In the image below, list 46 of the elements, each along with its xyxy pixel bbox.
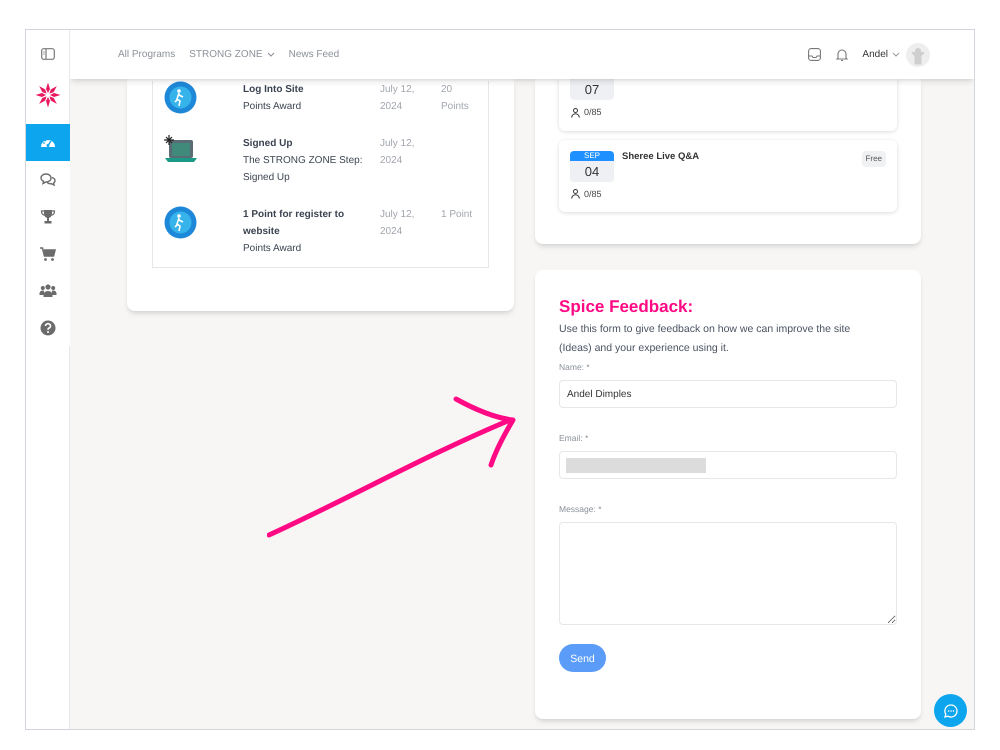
logo-star-icon	[34, 82, 60, 108]
users-icon	[38, 282, 56, 299]
laptop-badge-icon	[164, 135, 198, 165]
activity-subtitle: Points Award	[243, 242, 302, 256]
activity-date: July 12, 2024	[380, 137, 416, 168]
price-badge: Free	[862, 150, 886, 166]
date-box: 07	[570, 79, 614, 100]
field-label: Name: *	[559, 361, 591, 373]
activity-title: 1 Point for register to website	[243, 208, 346, 239]
activity-subtitle: Points Award	[243, 100, 302, 114]
nav-link[interactable]: All Programs	[118, 47, 176, 62]
field-label: Email: *	[559, 432, 590, 444]
attendee-count: 0/85	[584, 106, 602, 119]
person-icon	[571, 108, 580, 118]
help-icon	[38, 319, 56, 336]
trophy-icon	[38, 208, 56, 225]
activity-points: 1 Point	[441, 209, 472, 220]
attendee-count: 0/85	[584, 188, 602, 200]
chevron-down-icon	[892, 52, 900, 57]
field-label: Message: *	[559, 503, 603, 515]
activity-title: Signed Up	[243, 137, 294, 151]
form-title: Spice Feedback:	[559, 296, 694, 318]
event-title: Sheree Live Q&A	[622, 150, 700, 162]
chat-bubble-icon	[942, 702, 958, 718]
user-menu[interactable]: Andel	[862, 47, 900, 62]
nav-link[interactable]: STRONG ZONE	[189, 47, 275, 62]
inbox-icon[interactable]	[808, 48, 822, 61]
activity-date: July 12, 2024	[380, 83, 416, 114]
nav-link[interactable]: News Feed	[288, 47, 340, 62]
form-description: Use this form to give feedback on how we can improve the site (Ideas) and your experience using it.	[559, 322, 852, 356]
bell-icon[interactable]	[836, 48, 848, 62]
activity-title: Log Into Site	[243, 83, 305, 97]
sidebar-item[interactable]	[26, 124, 70, 161]
name-field[interactable]: Andel Dimples	[559, 380, 897, 408]
activity-date: July 12, 2024	[380, 208, 416, 239]
date-box: SEP 04	[570, 150, 614, 182]
email-field[interactable]	[559, 451, 897, 479]
chat-icon	[38, 171, 56, 188]
activity-points: 20 Points	[441, 84, 469, 112]
activity-subtitle: The STRONG ZONE Step: Signed Up	[243, 154, 364, 185]
message-field[interactable]	[559, 522, 897, 625]
person-icon	[571, 189, 580, 200]
cart-icon	[38, 245, 56, 262]
runner-badge-icon	[164, 206, 197, 239]
sidebar-toggle-icon[interactable]	[40, 48, 54, 60]
send-button[interactable]: Send	[559, 644, 606, 672]
